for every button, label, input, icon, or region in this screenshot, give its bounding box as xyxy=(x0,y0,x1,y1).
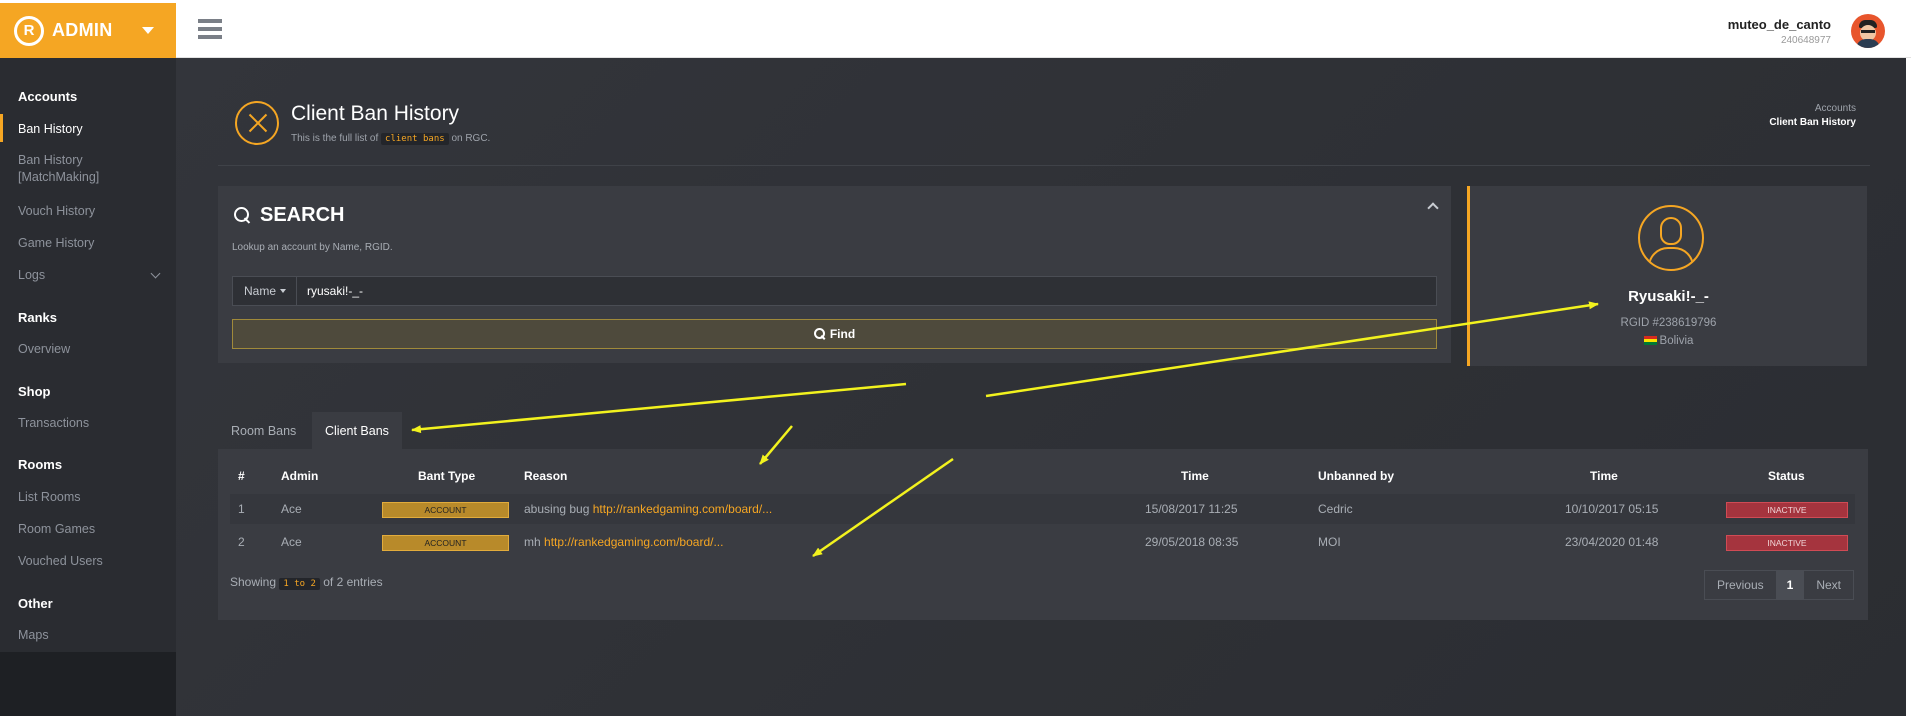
caret-down-icon xyxy=(280,289,287,293)
column-header-num[interactable]: # xyxy=(238,469,245,483)
table-info-range: 1 to 2 xyxy=(279,578,320,590)
search-description: Lookup an account by Name, RGID. xyxy=(232,242,393,253)
search-field-select-value: Name xyxy=(244,284,277,298)
brand-label: ADMIN xyxy=(52,20,113,40)
profile-country-text: Bolivia xyxy=(1659,335,1694,347)
profile-rgid: RGID #238619796 xyxy=(1620,317,1717,329)
brand-bar[interactable]: R ADMIN xyxy=(0,3,176,58)
tab-client-bans[interactable]: Client Bans xyxy=(312,412,402,449)
avatar[interactable] xyxy=(1851,14,1885,48)
page-edge xyxy=(1906,58,1911,716)
search-icon xyxy=(813,328,826,340)
table-info: Showing 1 to 2 of 2 entries xyxy=(230,575,383,590)
cell-admin: Ace xyxy=(281,535,302,549)
cell-time-unban: 23/04/2020 01:48 xyxy=(1565,535,1659,549)
page-subtitle-after: on RGC. xyxy=(451,133,491,144)
search-title-text: SEARCH xyxy=(260,204,345,226)
cell-time: 15/08/2017 11:25 xyxy=(1145,502,1238,516)
sidebar-item-room-games[interactable]: Room Games xyxy=(18,521,95,538)
tab-room-bans[interactable]: Room Bans xyxy=(218,412,309,449)
hamburger-menu-icon[interactable] xyxy=(198,19,222,39)
sidebar-item-ban-history[interactable]: Ban History xyxy=(18,121,83,138)
sidebar-footer xyxy=(0,652,176,716)
column-header-time-unban[interactable]: Time xyxy=(1590,469,1618,483)
status-badge: INACTIVE xyxy=(1726,502,1848,518)
reason-link[interactable]: http://rankedgaming.com/board/... xyxy=(593,502,772,516)
table-row: 1 Ace ACCOUNT abusing bug http://rankedg… xyxy=(230,494,1855,524)
sidebar-item-vouched-users[interactable]: Vouched Users xyxy=(18,553,103,570)
cell-num: 2 xyxy=(238,535,245,549)
cell-reason-text: abusing bug xyxy=(524,502,590,516)
sidebar-item-logs[interactable]: Logs xyxy=(18,267,45,284)
profile-country: Bolivia xyxy=(1470,335,1867,347)
active-indicator xyxy=(0,114,3,142)
pagination-page-button[interactable]: 1 xyxy=(1776,571,1805,599)
profile-name: Ryusaki!-_- xyxy=(1628,288,1709,305)
find-button-label: Find xyxy=(829,327,856,341)
pagination: Previous 1 Next xyxy=(1703,570,1854,600)
sidebar-item-vouch-history[interactable]: Vouch History xyxy=(18,203,95,220)
header-user-id: 240648977 xyxy=(1780,35,1831,46)
chevron-up-icon[interactable] xyxy=(1427,202,1439,214)
cell-reason-text: mh xyxy=(524,535,541,549)
cell-unbanned-by: MOI xyxy=(1318,535,1341,549)
cell-unbanned-by: Cedric xyxy=(1318,502,1353,516)
sidebar-item-maps[interactable]: Maps xyxy=(18,627,49,644)
sidebar-section-ranks: Ranks xyxy=(18,310,58,325)
search-title: SEARCH xyxy=(234,204,344,227)
reason-link[interactable]: http://rankedgaming.com/board/... xyxy=(544,535,723,549)
column-header-status[interactable]: Status xyxy=(1768,469,1805,483)
brand-caret-icon[interactable] xyxy=(142,27,154,34)
find-button[interactable]: Find xyxy=(232,319,1437,349)
column-header-unbanned-by[interactable]: Unbanned by xyxy=(1318,469,1394,483)
sidebar-section-other: Other xyxy=(18,596,53,611)
bolivia-flag-icon xyxy=(1643,336,1657,345)
ban-type-badge: ACCOUNT xyxy=(382,535,509,551)
sidebar-item-transactions[interactable]: Transactions xyxy=(18,415,89,432)
cell-reason: mh http://rankedgaming.com/board/... xyxy=(524,535,723,549)
profile-card: Ryusaki!-_- RGID #238619796 Bolivia xyxy=(1467,186,1867,366)
table-info-after: of 2 entries xyxy=(323,575,383,589)
cell-admin: Ace xyxy=(281,502,302,516)
header-divider xyxy=(218,165,1870,166)
table-row: 2 Ace ACCOUNT mh http://rankedgaming.com… xyxy=(230,527,1855,557)
column-header-ban-type[interactable]: Bant Type xyxy=(418,469,475,483)
sidebar-section-shop: Shop xyxy=(18,384,51,399)
pagination-next-button[interactable]: Next xyxy=(1804,571,1853,599)
page-title: Client Ban History xyxy=(291,102,460,125)
sidebar-item-overview[interactable]: Overview xyxy=(18,341,70,358)
user-silhouette-icon xyxy=(1638,205,1704,271)
table-info-before: Showing xyxy=(230,575,277,589)
sidebar-section-accounts: Accounts xyxy=(18,89,78,104)
sidebar-item-list-rooms[interactable]: List Rooms xyxy=(18,489,81,506)
search-input[interactable] xyxy=(297,276,1437,306)
pagination-previous-button[interactable]: Previous xyxy=(1705,571,1777,599)
top-header: muteo_de_canto 240648977 xyxy=(176,3,1911,58)
search-icon xyxy=(234,206,252,225)
breadcrumb-current: Client Ban History xyxy=(1769,117,1856,128)
search-field-select[interactable]: Name xyxy=(232,276,297,306)
column-header-time[interactable]: Time xyxy=(1181,469,1209,483)
ban-x-icon xyxy=(235,101,279,145)
column-header-reason[interactable]: Reason xyxy=(524,469,567,483)
header-username[interactable]: muteo_de_canto xyxy=(1728,17,1831,32)
sidebar-item-game-history[interactable]: Game History xyxy=(18,235,94,252)
status-badge: INACTIVE xyxy=(1726,535,1848,551)
ban-type-badge: ACCOUNT xyxy=(382,502,509,518)
cell-reason: abusing bug http://rankedgaming.com/boar… xyxy=(524,502,772,516)
column-header-admin[interactable]: Admin xyxy=(281,469,318,483)
app-root: R ADMIN Accounts Ban History Ban History… xyxy=(0,0,1911,716)
search-panel: SEARCH Lookup an account by Name, RGID. … xyxy=(218,186,1451,363)
cell-time-unban: 10/10/2017 05:15 xyxy=(1565,502,1659,516)
bans-table-panel: # Admin Bant Type Reason Time Unbanned b… xyxy=(218,449,1868,620)
cell-time: 29/05/2018 08:35 xyxy=(1145,535,1239,549)
sidebar-section-rooms: Rooms xyxy=(18,457,63,472)
page-subtitle: This is the full list of client bans on … xyxy=(291,133,490,145)
page-subtitle-before: This is the full list of xyxy=(291,133,379,144)
cell-num: 1 xyxy=(238,502,245,516)
brand-logo-icon: R xyxy=(14,15,44,46)
breadcrumb-accounts[interactable]: Accounts xyxy=(1815,103,1856,114)
page-subtitle-code: client bans xyxy=(381,133,449,145)
sidebar-item-ban-history-matchmaking[interactable]: Ban History [MatchMaking] xyxy=(18,152,138,186)
